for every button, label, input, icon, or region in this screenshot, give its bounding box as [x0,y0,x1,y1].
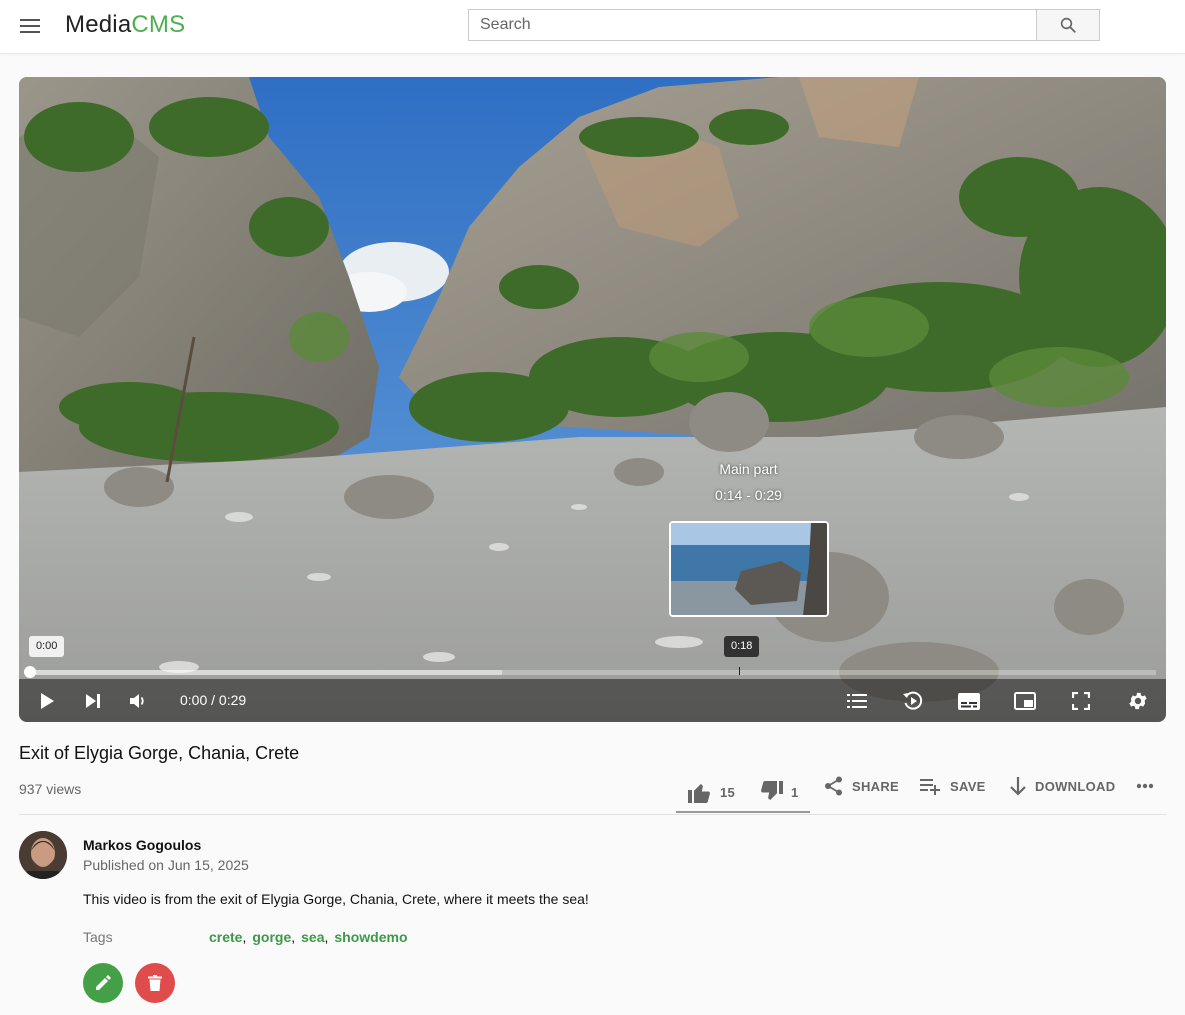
tag-list: crete, gorge, sea, showdemo [209,929,408,945]
top-header: MediaCMS [0,0,1185,54]
view-count: 937 views [19,781,82,797]
thumbs-down-icon [761,781,783,800]
save-label: SAVE [950,778,986,794]
start-time-tooltip: 0:00 [29,636,65,657]
video-player[interactable]: Main part 0:14 - 0:29 0:00 0:18 0:00 / 0… [19,77,1166,722]
progress-hover-marker [739,667,740,675]
pencil-icon [96,975,111,990]
publish-date: Published on Jun 15, 2025 [83,857,249,873]
download-button[interactable]: DOWNLOAD [1009,766,1115,806]
search-input[interactable] [468,9,1036,41]
tag-link[interactable]: sea [301,929,324,945]
like-button[interactable]: 15 [688,772,735,812]
play-icon[interactable] [33,687,61,715]
tags-label: Tags [83,929,113,945]
chapter-title: Main part [719,461,778,477]
progress-bar[interactable] [29,667,1156,675]
picture-in-picture-icon[interactable] [1011,687,1039,715]
scrub-handle[interactable] [24,666,36,678]
scrub-preview-thumbnail [669,521,829,617]
download-arrow-icon [1010,777,1026,796]
progress-loaded [29,670,503,675]
edit-button[interactable] [83,963,123,1003]
tag-separator: , [242,929,247,945]
more-options-button[interactable] [1136,766,1154,806]
trash-icon [148,975,162,991]
more-horizontal-icon [1136,783,1154,789]
playlist-add-icon [920,779,940,795]
download-label: DOWNLOAD [1035,778,1116,794]
chapters-list-icon[interactable] [843,687,871,715]
tag-link[interactable]: showdemo [334,929,407,945]
settings-gear-icon[interactable] [1124,687,1152,715]
tag-separator: , [324,929,329,945]
fullscreen-icon[interactable] [1067,687,1095,715]
time-display: 0:00 / 0:29 [180,692,247,708]
dislike-button[interactable]: 1 [759,772,799,812]
author-avatar[interactable] [19,831,67,879]
search-icon [1060,17,1076,33]
share-label: SHARE [852,778,900,794]
volume-icon[interactable] [124,687,152,715]
author-name[interactable]: Markos Gogoulos [83,837,201,853]
thumbs-up-icon [688,784,710,803]
like-count: 15 [720,784,736,800]
autoplay-icon[interactable] [899,687,927,715]
chapter-time-range: 0:14 - 0:29 [715,487,782,503]
delete-button[interactable] [135,963,175,1003]
logo-text-cms: CMS [131,11,186,38]
tag-link[interactable]: gorge [252,929,291,945]
dislike-count: 1 [791,784,799,800]
share-button[interactable]: SHARE [824,766,899,806]
next-icon[interactable] [79,687,107,715]
video-frame [19,77,1166,722]
logo-text-media: Media [65,11,132,38]
video-title: Exit of Elygia Gorge, Chania, Crete [19,743,300,763]
search-button[interactable] [1036,9,1100,41]
player-control-bar: 0:00 / 0:29 [19,679,1166,722]
tag-separator: , [291,929,296,945]
video-description: This video is from the exit of Elygia Go… [83,891,589,907]
rating-bar [676,811,810,813]
save-button[interactable]: SAVE [920,766,986,806]
menu-icon[interactable] [14,11,46,41]
subtitles-icon[interactable] [955,687,983,715]
share-icon [825,776,842,796]
section-divider [19,814,1166,815]
hover-time-tooltip: 0:18 [724,636,760,657]
tag-link[interactable]: crete [209,929,242,945]
logo[interactable]: MediaCMS [65,11,185,39]
search-bar [468,9,1100,41]
